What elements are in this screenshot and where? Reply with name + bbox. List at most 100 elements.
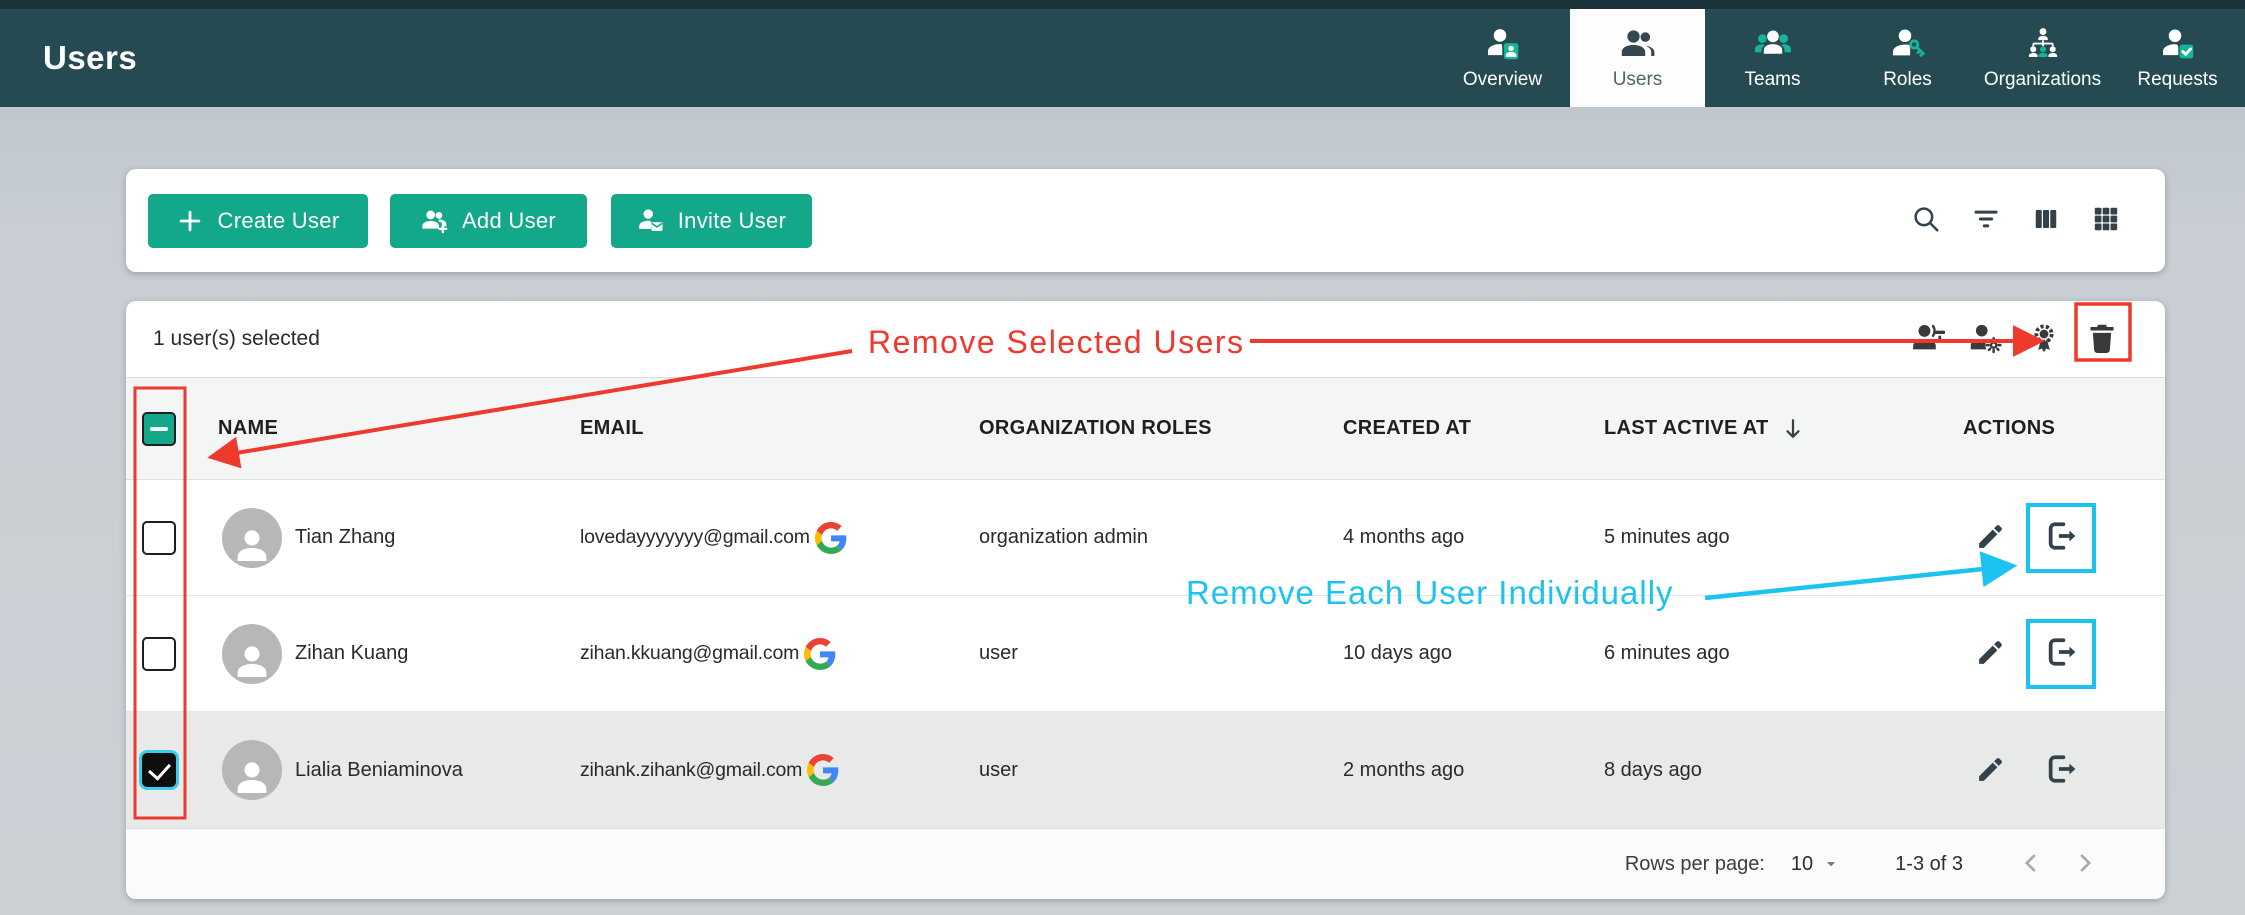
google-icon xyxy=(804,638,836,670)
row-checkbox-cell xyxy=(126,753,192,787)
tab-roles[interactable]: Roles xyxy=(1840,9,1975,107)
email-cell: zihan.kkuang@gmail.com xyxy=(580,638,979,670)
last-active-at-cell: 5 minutes ago xyxy=(1604,526,1963,549)
table-footer: Rows per page: 10 1-3 of 3 xyxy=(126,828,2165,899)
column-header-created-at[interactable]: CREATED AT xyxy=(1343,417,1604,440)
person-check-icon xyxy=(2160,26,2196,62)
column-header-name[interactable]: NAME xyxy=(192,417,580,440)
view-columns-icon xyxy=(2031,204,2061,237)
avatar xyxy=(222,624,282,684)
trash-icon xyxy=(2084,320,2120,359)
tab-label: Users xyxy=(1613,69,1663,91)
remove-user-button[interactable] xyxy=(2039,748,2083,792)
plus-icon xyxy=(177,207,204,234)
table-row: Tian Zhang lovedayyyyyyy@gmail.com organ… xyxy=(126,480,2165,596)
user-email: zihan.kkuang@gmail.com xyxy=(580,642,799,665)
invite-user-label: Invite User xyxy=(678,208,786,234)
person-key-icon xyxy=(1890,26,1926,62)
pencil-icon xyxy=(1975,636,2007,671)
user-minus-icon xyxy=(1911,321,1945,358)
exit-icon xyxy=(2043,634,2079,673)
grid-view-icon xyxy=(2090,203,2122,238)
view-columns-button[interactable] xyxy=(2024,199,2068,243)
remove-user-button[interactable] xyxy=(2039,632,2083,676)
tab-users[interactable]: Users xyxy=(1570,9,1705,107)
rows-per-page-select[interactable]: 10 xyxy=(1791,853,1840,876)
edit-user-button[interactable] xyxy=(1969,748,2013,792)
actions-cell xyxy=(1963,516,2165,560)
organization-role-cell: organization admin xyxy=(979,526,1343,549)
row-checkbox[interactable] xyxy=(142,521,176,555)
tab-organizations[interactable]: Organizations xyxy=(1975,9,2110,107)
user-name: Zihan Kuang xyxy=(295,642,408,665)
column-header-organization-roles[interactable]: ORGANIZATION ROLES xyxy=(979,417,1343,440)
last-active-at-cell: 6 minutes ago xyxy=(1604,642,1963,665)
tab-label: Overview xyxy=(1463,69,1542,91)
delete-selected-users-button[interactable] xyxy=(2082,319,2122,359)
rows-per-page-label: Rows per page: xyxy=(1625,853,1765,876)
users-table-card: 1 user(s) selected NAME EMAIL ORGANIZATI… xyxy=(126,301,2165,899)
edit-user-button[interactable] xyxy=(1969,632,2013,676)
organization-role-cell: user xyxy=(979,759,1343,782)
table-row-selected: Lialia Beniaminova zihank.zihank@gmail.c… xyxy=(126,712,2165,828)
user-name: Lialia Beniaminova xyxy=(295,759,463,782)
name-cell: Tian Zhang xyxy=(192,508,580,568)
email-cell: lovedayyyyyyy@gmail.com xyxy=(580,522,979,554)
add-user-label: Add User xyxy=(462,208,556,234)
column-header-email[interactable]: EMAIL xyxy=(580,417,979,440)
organization-role-cell: user xyxy=(979,642,1343,665)
edit-user-button[interactable] xyxy=(1969,516,2013,560)
column-header-last-active-label: LAST ACTIVE AT xyxy=(1604,417,1769,440)
people-icon xyxy=(1620,26,1656,62)
users-admin-page: Users Overview Users Teams Roles Organiz… xyxy=(0,0,2245,915)
tab-label: Requests xyxy=(2137,69,2217,91)
rows-per-page-value: 10 xyxy=(1791,853,1813,876)
grid-view-button[interactable] xyxy=(2084,199,2128,243)
row-checkbox-cell xyxy=(126,521,192,555)
user-settings-button[interactable] xyxy=(1966,319,2006,359)
toolbar: Create User Add User Invite User xyxy=(126,169,2165,272)
row-checkbox-checked[interactable] xyxy=(142,753,176,787)
user-email: zihank.zihank@gmail.com xyxy=(580,759,802,782)
created-at-cell: 2 months ago xyxy=(1343,759,1604,782)
created-at-cell: 4 months ago xyxy=(1343,526,1604,549)
add-user-button[interactable]: Add User xyxy=(390,194,587,248)
award-icon xyxy=(2027,321,2061,358)
search-icon xyxy=(1911,204,1941,237)
column-header-last-active-at[interactable]: LAST ACTIVE AT xyxy=(1604,415,1963,443)
actions-cell xyxy=(1963,748,2165,792)
pencil-icon xyxy=(1975,753,2007,788)
filter-icon xyxy=(1971,204,2001,237)
main-nav: Overview Users Teams Roles Organizations… xyxy=(1435,9,2245,107)
next-page-button[interactable] xyxy=(2065,844,2105,884)
chevron-left-icon xyxy=(2017,849,2045,880)
user-email: lovedayyyyyyy@gmail.com xyxy=(580,526,810,549)
avatar xyxy=(222,508,282,568)
invite-user-button[interactable]: Invite User xyxy=(611,194,812,248)
email-cell: zihank.zihank@gmail.com xyxy=(580,754,979,786)
sort-descending-icon xyxy=(1779,415,1807,443)
tab-teams[interactable]: Teams xyxy=(1705,9,1840,107)
remove-user-button[interactable] xyxy=(2039,516,2083,560)
tab-label: Organizations xyxy=(1984,69,2101,91)
user-gear-icon xyxy=(1969,321,2003,358)
person-badge-icon xyxy=(1485,26,1521,62)
create-user-label: Create User xyxy=(218,208,340,234)
row-checkbox[interactable] xyxy=(142,637,176,671)
column-header-actions: ACTIONS xyxy=(1963,417,2165,440)
page-title: Users xyxy=(43,9,137,107)
exit-icon xyxy=(2043,518,2079,557)
tab-requests[interactable]: Requests xyxy=(2110,9,2245,107)
search-button[interactable] xyxy=(1904,199,1948,243)
tab-overview[interactable]: Overview xyxy=(1435,9,1570,107)
assign-role-button[interactable] xyxy=(2024,319,2064,359)
team-icon xyxy=(1755,26,1791,62)
remove-user-role-button[interactable] xyxy=(1908,319,1948,359)
tab-label: Roles xyxy=(1883,69,1932,91)
select-all-checkbox[interactable] xyxy=(142,412,176,446)
previous-page-button[interactable] xyxy=(2011,844,2051,884)
google-icon xyxy=(815,522,847,554)
create-user-button[interactable]: Create User xyxy=(148,194,368,248)
filter-button[interactable] xyxy=(1964,199,2008,243)
table-header-row: NAME EMAIL ORGANIZATION ROLES CREATED AT… xyxy=(126,378,2165,480)
